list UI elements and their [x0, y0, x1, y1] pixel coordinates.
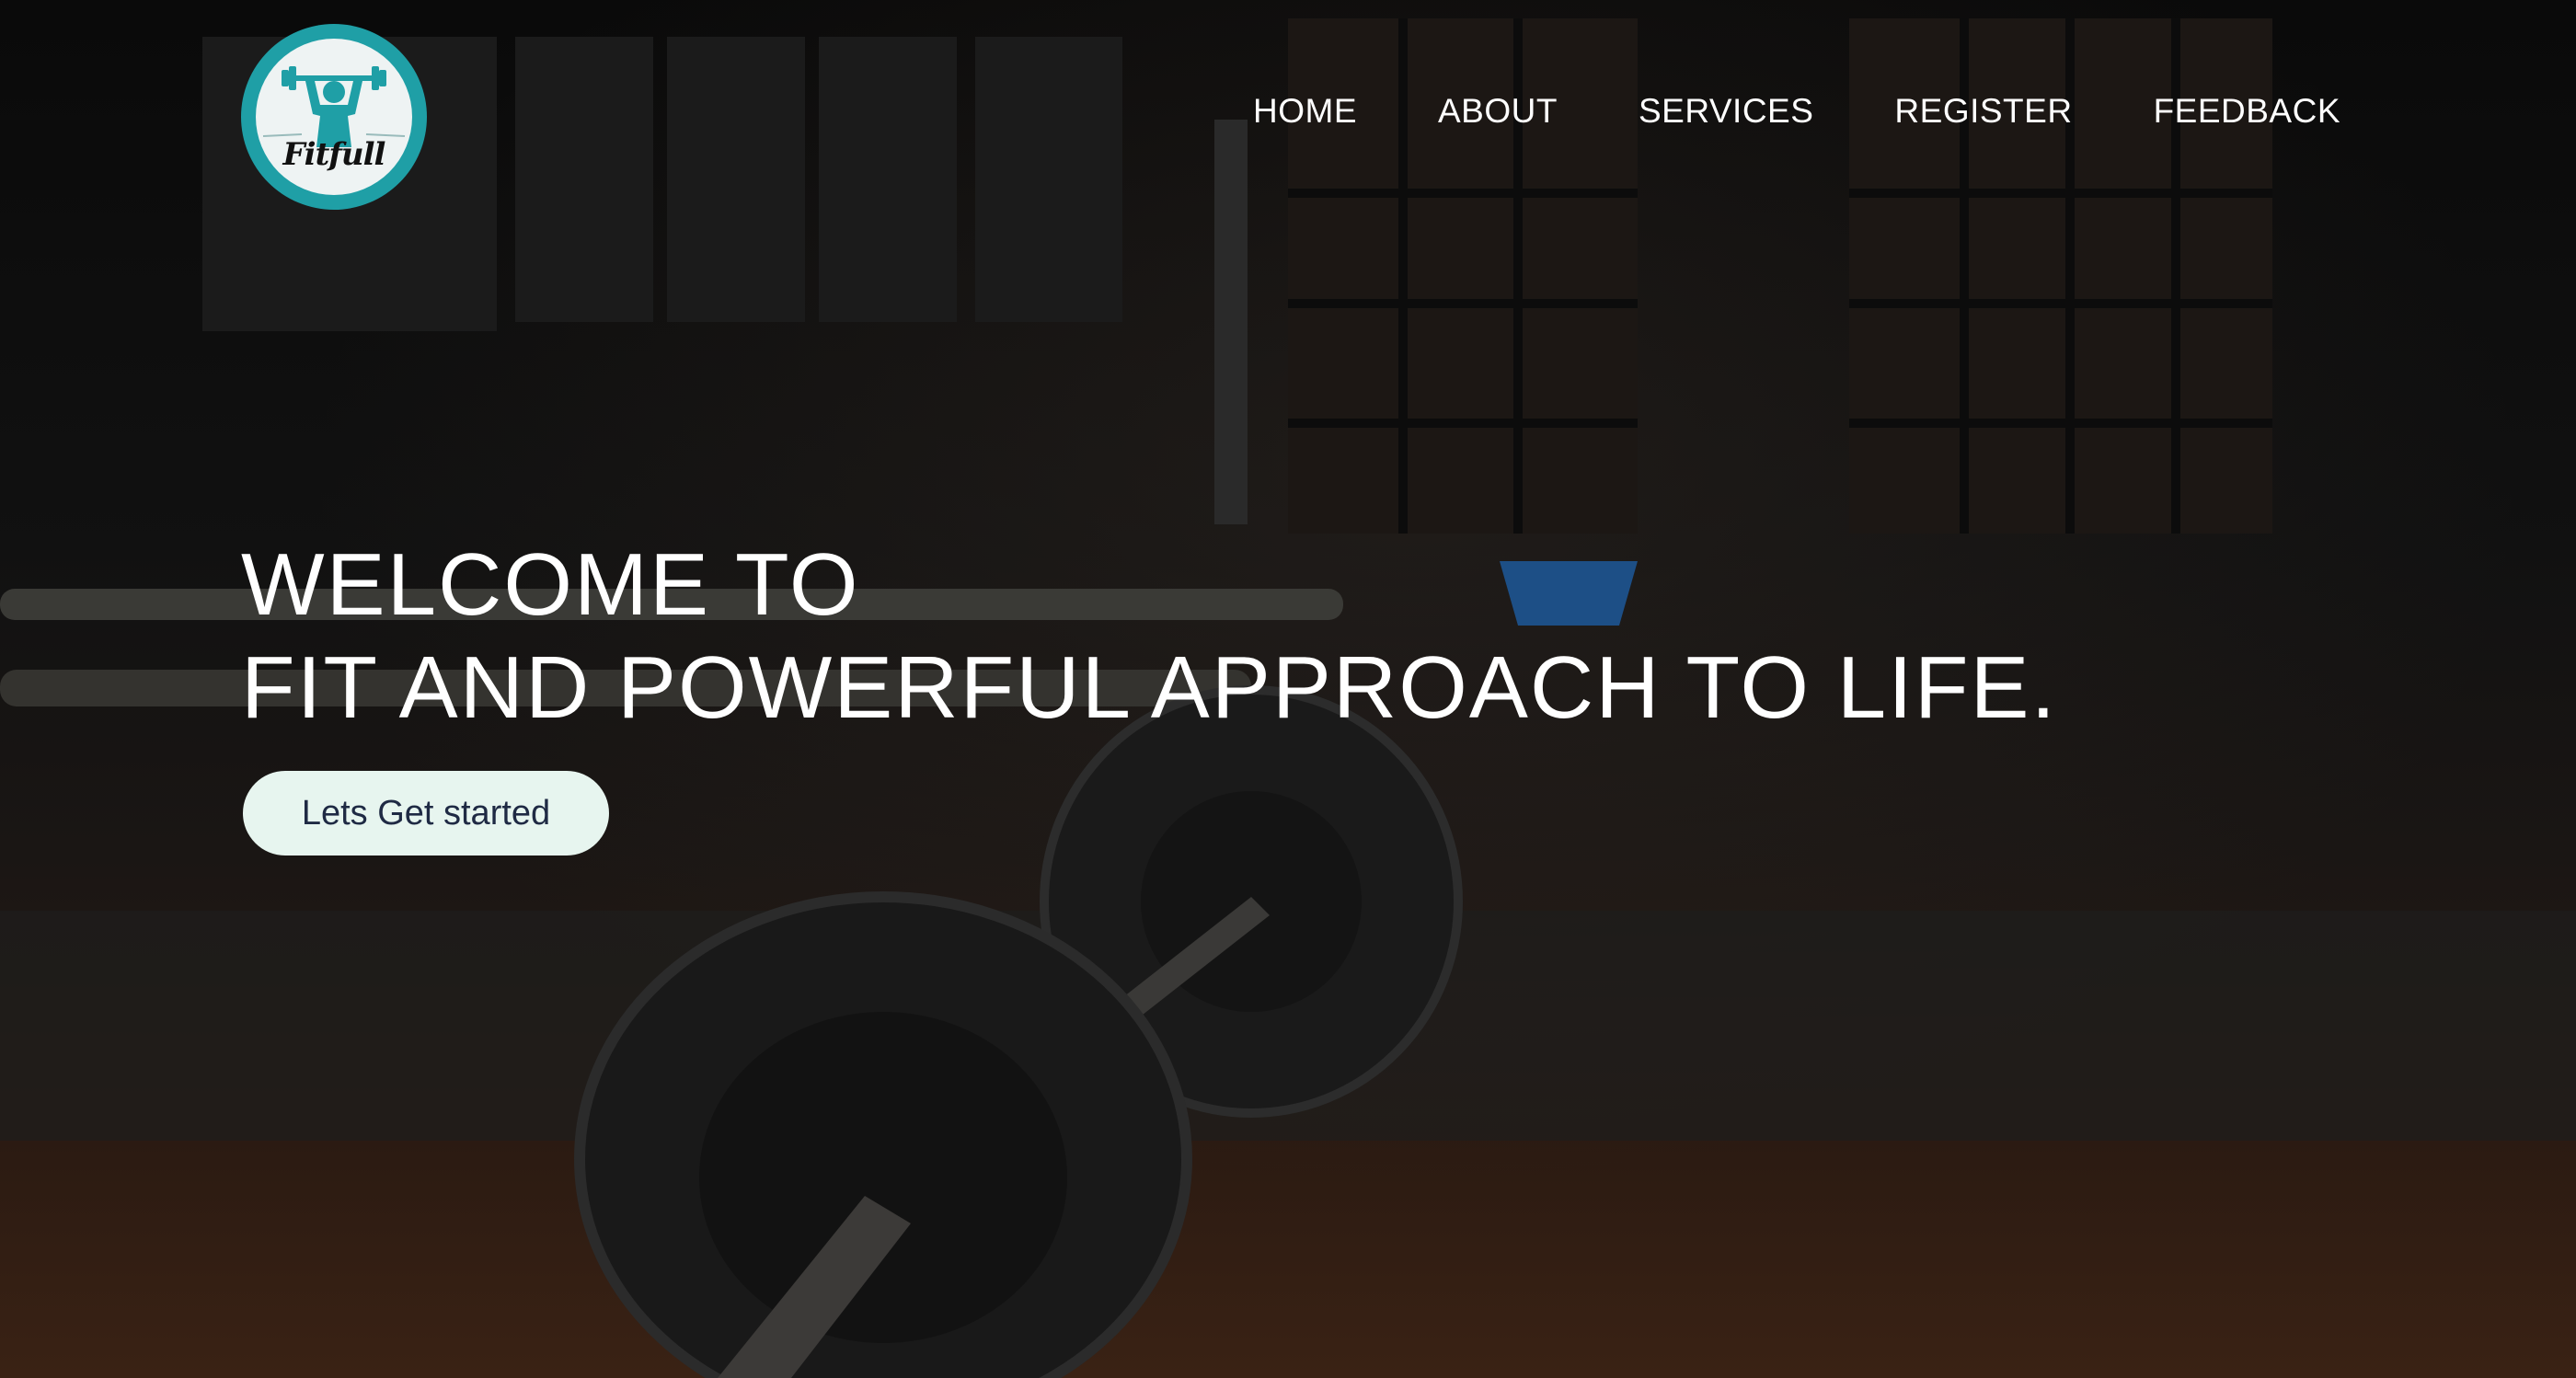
- fitfull-logo[interactable]: Fitfull: [241, 24, 427, 210]
- headline-line-1: WELCOME TO: [241, 535, 860, 634]
- nav-home[interactable]: HOME: [1253, 88, 1357, 134]
- logo-text: Fitfull: [282, 136, 386, 173]
- nav-feedback[interactable]: FEEDBACK: [2154, 88, 2340, 134]
- headline-line-2: FIT AND POWERFUL APPROACH TO LIFE.: [241, 638, 2058, 737]
- nav-services[interactable]: SERVICES: [1639, 88, 1813, 134]
- logo-badge: Fitfull: [256, 39, 412, 195]
- get-started-button[interactable]: Lets Get started: [243, 771, 609, 856]
- hero-section: Fitfull HOME ABOUT SERVICES REGISTER FEE…: [0, 0, 2576, 1378]
- nav-register[interactable]: REGISTER: [1894, 88, 2072, 134]
- hero-headline: WELCOME TO FIT AND POWERFUL APPROACH TO …: [241, 534, 2057, 740]
- nav-about[interactable]: ABOUT: [1438, 88, 1558, 134]
- main-nav: HOME ABOUT SERVICES REGISTER FEEDBACK: [1172, 88, 2340, 134]
